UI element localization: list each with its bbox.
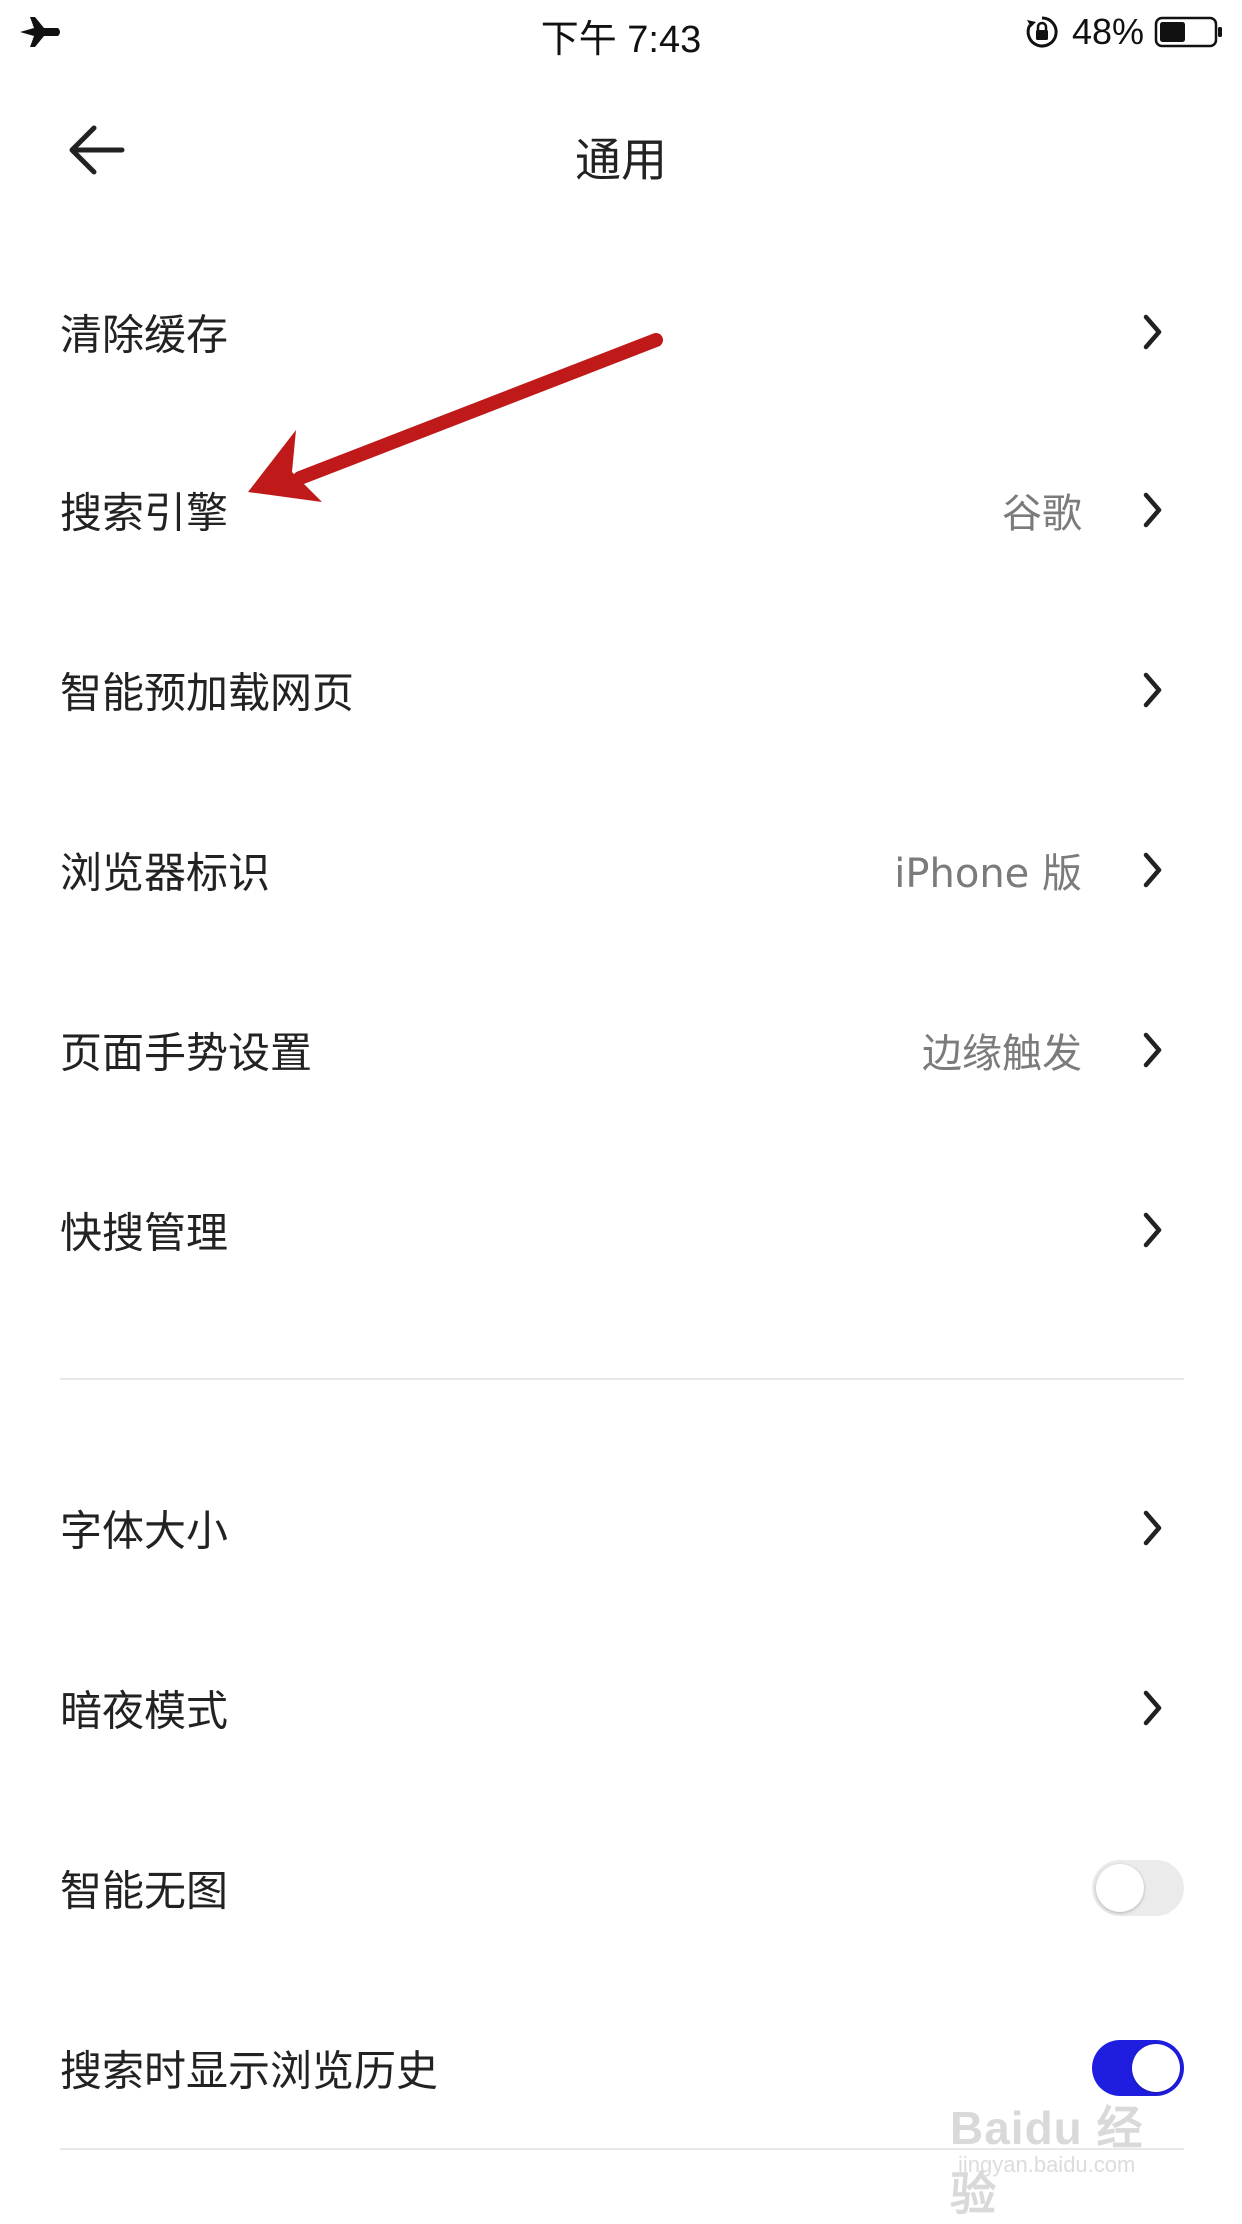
watermark-url: jingyan.baidu.com <box>958 2152 1136 2177</box>
battery-icon <box>1154 16 1222 48</box>
setting-label: 暗夜模式 <box>60 1686 229 1736</box>
show-history-toggle[interactable] <box>1092 2040 1184 2096</box>
chevron-right-icon <box>1143 1690 1162 1726</box>
smart-no-image-toggle[interactable] <box>1092 1860 1184 1916</box>
page-title: 通用 <box>575 133 667 187</box>
chevron-right-icon <box>1143 314 1162 350</box>
setting-page-gesture[interactable]: 页面手势设置 边缘触发 <box>0 960 1242 1140</box>
chevron-right-icon <box>1143 852 1162 888</box>
setting-value: 谷歌 <box>1002 491 1082 537</box>
rotation-lock-icon <box>1026 16 1058 48</box>
setting-smart-no-image: 智能无图 <box>0 1798 1242 1978</box>
nav-bar: 通用 <box>0 90 1242 210</box>
status-bar: 下午 7:43 48% <box>0 0 1242 64</box>
section-divider <box>60 1378 1184 1380</box>
setting-smart-preload[interactable]: 智能预加载网页 <box>0 600 1242 780</box>
setting-label: 搜索时显示浏览历史 <box>60 2046 439 2096</box>
setting-label: 清除缓存 <box>60 310 229 360</box>
setting-label: 页面手势设置 <box>60 1028 313 1078</box>
setting-search-engine[interactable]: 搜索引擎 谷歌 <box>0 420 1242 600</box>
toggle-knob <box>1096 1864 1144 1912</box>
setting-label: 智能预加载网页 <box>60 668 355 718</box>
chevron-right-icon <box>1143 1032 1162 1068</box>
chevron-right-icon <box>1143 1212 1162 1248</box>
setting-label: 浏览器标识 <box>60 848 271 898</box>
setting-label: 搜索引擎 <box>60 488 229 538</box>
chevron-right-icon <box>1143 492 1162 528</box>
setting-quick-search[interactable]: 快搜管理 <box>0 1140 1242 1320</box>
setting-clear-cache[interactable]: 清除缓存 <box>0 242 1242 422</box>
chevron-right-icon <box>1143 672 1162 708</box>
toggle-knob <box>1132 2044 1180 2092</box>
chevron-right-icon <box>1143 1510 1162 1546</box>
setting-night-mode[interactable]: 暗夜模式 <box>0 1618 1242 1798</box>
status-right-group: 48% <box>1024 10 1224 54</box>
setting-label: 快搜管理 <box>60 1208 229 1258</box>
setting-browser-ua[interactable]: 浏览器标识 iPhone 版 <box>0 780 1242 960</box>
setting-value: 边缘触发 <box>922 1031 1082 1077</box>
watermark: Baidu 经验 jingyan.baidu.com <box>950 2092 1190 2220</box>
battery-percent: 48% <box>1071 11 1144 52</box>
setting-value: iPhone 版 <box>894 851 1082 897</box>
setting-label: 字体大小 <box>60 1506 229 1556</box>
setting-font-size[interactable]: 字体大小 <box>0 1438 1242 1618</box>
setting-label: 智能无图 <box>60 1866 229 1916</box>
